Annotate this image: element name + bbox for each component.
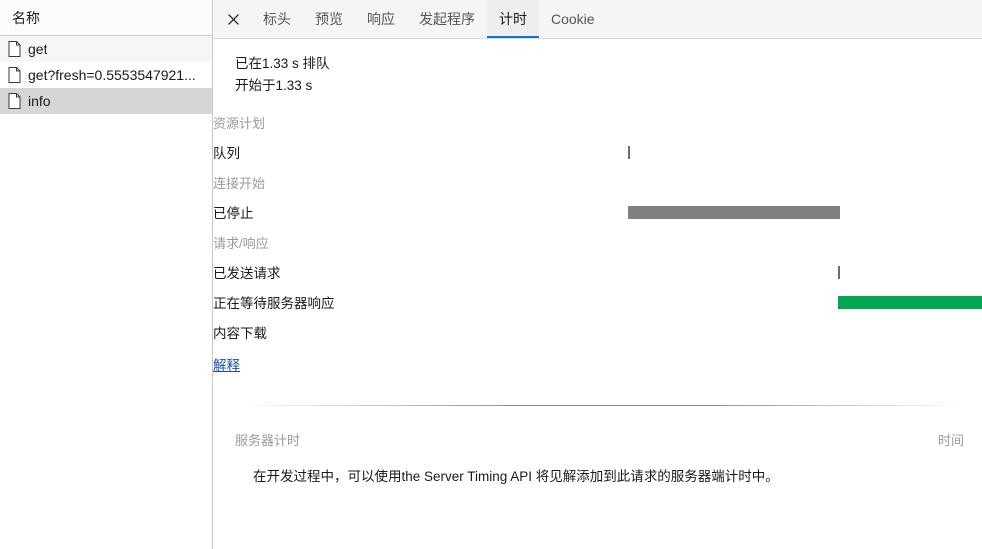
timing-total-row: 解释 513.44 ms [213, 347, 982, 381]
list-item-label: get?fresh=0.5553547921... [28, 67, 196, 83]
file-icon [8, 67, 21, 83]
request-list-sidebar: 名称 get get?fresh=0.5553547921... info [0, 0, 213, 549]
request-list-body[interactable]: get get?fresh=0.5553547921... info [0, 36, 212, 549]
timing-total-duration: 513.44 ms [963, 347, 982, 381]
started-text: 开始于1.33 s [235, 78, 313, 93]
bar-track [418, 197, 963, 227]
timing-item-duration: 248.13 ms [963, 197, 982, 227]
timing-item-label: 内容下载 [213, 326, 267, 341]
timing-item-label: 已停止 [213, 206, 254, 221]
server-timing-section: 服务器计时 时间 在开发过程中，可以使用the Server Timing AP… [213, 430, 982, 485]
table-row[interactable]: 已发送请求 0.12 ms [213, 257, 982, 287]
group-name: 资源计划 [213, 115, 266, 131]
table-row[interactable]: 内容下载 2.40 ms [213, 317, 982, 347]
timing-group-header: 连接开始 持续时间 [213, 167, 982, 197]
close-button[interactable] [215, 0, 251, 38]
timing-bar-request-sent [838, 266, 841, 279]
list-item[interactable]: get [0, 36, 212, 62]
group-name: 请求/响应 [213, 235, 269, 251]
tab-label: 计时 [499, 11, 527, 27]
timing-item-label: 正在等待服务器响应 [213, 296, 335, 311]
detail-panel: 标头 预览 响应 发起程序 计时 Cookie 已在1.33 s 排队 开始于1… [213, 0, 982, 549]
group-duration-header: 持续时间 [963, 227, 982, 257]
tab-response[interactable]: 响应 [355, 0, 407, 38]
timing-group-header: 请求/响应 持续时间 [213, 227, 982, 257]
timing-summary: 已在1.33 s 排队 开始于1.33 s [213, 39, 982, 97]
explanation-link[interactable]: 解释 [213, 358, 240, 373]
list-item-label: get [28, 41, 48, 57]
tab-timing[interactable]: 计时 [487, 0, 539, 38]
tab-label: 标头 [263, 11, 291, 27]
timing-item-label: 队列 [213, 146, 240, 161]
bar-track [418, 137, 963, 167]
tab-preview[interactable]: 预览 [303, 0, 355, 38]
timing-table: 资源计划 持续时间 队列 3.75 ms [213, 107, 982, 381]
list-item[interactable]: get?fresh=0.5553547921... [0, 62, 212, 88]
group-name: 连接开始 [213, 175, 266, 191]
file-icon [8, 93, 21, 109]
tab-headers[interactable]: 标头 [251, 0, 303, 38]
table-row[interactable]: 正在等待服务器响应 259.03 ms [213, 287, 982, 317]
group-duration-header: 持续时间 [963, 107, 982, 137]
request-list-header-label: 名称 [12, 9, 40, 26]
file-icon [8, 41, 21, 57]
server-timing-header: 服务器计时 时间 [213, 430, 982, 449]
server-timing-time-header: 时间 [937, 433, 964, 448]
bar-track [418, 287, 982, 317]
request-list-header: 名称 [0, 0, 212, 36]
tab-cookie[interactable]: Cookie [539, 0, 607, 38]
devtools-network-timing-panel: 名称 get get?fresh=0.5553547921... info 标头… [0, 0, 982, 549]
table-row[interactable]: 已停止 248.13 ms [213, 197, 982, 227]
timing-item-duration: 2.40 ms [963, 317, 982, 347]
timing-item-duration: 0.12 ms [963, 257, 982, 287]
timing-item-label: 已发送请求 [213, 266, 281, 281]
tab-label: Cookie [551, 11, 595, 27]
list-item-label: info [28, 93, 51, 109]
timing-group-header: 资源计划 持续时间 [213, 107, 982, 137]
server-timing-title: 服务器计时 [235, 433, 301, 448]
server-timing-note: 在开发过程中，可以使用the Server Timing API 将见解添加到此… [253, 469, 779, 484]
timing-bar-stalled [628, 206, 840, 219]
tab-label: 预览 [315, 11, 343, 27]
timing-item-duration: 3.75 ms [963, 137, 982, 167]
bar-track [418, 317, 963, 347]
tab-strip: 标头 预览 响应 发起程序 计时 Cookie [213, 0, 982, 39]
tab-initiator[interactable]: 发起程序 [407, 0, 487, 38]
group-duration-header: 持续时间 [963, 167, 982, 197]
table-row[interactable]: 队列 3.75 ms [213, 137, 982, 167]
bar-track [418, 257, 963, 287]
timing-bar-waiting [838, 296, 982, 309]
timing-bar-queueing [628, 146, 631, 159]
timing-content: 已在1.33 s 排队 开始于1.33 s 资源计划 持续时间 队列 [213, 39, 982, 549]
close-icon [227, 13, 239, 25]
tab-label: 发起程序 [419, 11, 475, 27]
queued-text: 已在1.33 s 排队 [235, 56, 330, 71]
tab-label: 响应 [367, 11, 395, 27]
list-item-selected[interactable]: info [0, 88, 212, 114]
section-divider [241, 405, 964, 406]
